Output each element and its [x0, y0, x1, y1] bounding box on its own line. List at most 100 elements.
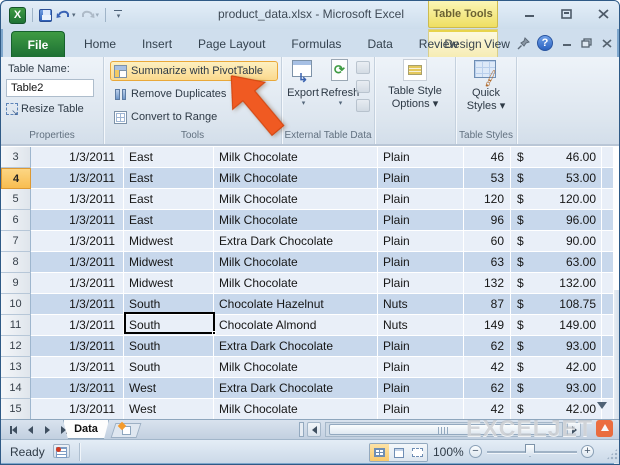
unlink-icon[interactable]: [356, 99, 370, 112]
horizontal-scrollbar[interactable]: [325, 422, 563, 437]
cell-type-row4[interactable]: Plain: [378, 168, 464, 189]
cell-qty-row11[interactable]: 149: [464, 315, 511, 336]
cell-price-row4[interactable]: $53.00: [511, 168, 602, 189]
restore-button[interactable]: [559, 7, 574, 20]
cell-type-row3[interactable]: Plain: [378, 147, 464, 168]
sheet-tab-data[interactable]: Data: [63, 420, 109, 439]
zoom-slider-thumb[interactable]: [525, 444, 535, 457]
row-header-10[interactable]: 10: [1, 294, 31, 315]
close-button[interactable]: [596, 7, 611, 20]
cell-region-row13[interactable]: South: [124, 357, 214, 378]
cell-product-row14[interactable]: Extra Dark Chocolate: [214, 378, 378, 399]
cell-price-row3[interactable]: $46.00: [511, 147, 602, 168]
tab-design[interactable]: Design: [428, 31, 498, 57]
next-sheet-button[interactable]: [41, 422, 54, 437]
cell-region-row4[interactable]: East: [124, 168, 214, 189]
cell-region-row14[interactable]: West: [124, 378, 214, 399]
previous-sheet-button[interactable]: [24, 422, 37, 437]
normal-view-button[interactable]: [370, 444, 389, 461]
cell-type-row14[interactable]: Plain: [378, 378, 464, 399]
cell-date-row4[interactable]: 1/3/2011: [31, 168, 124, 189]
cell-date-row8[interactable]: 1/3/2011: [31, 252, 124, 273]
cell-qty-row15[interactable]: 42: [464, 399, 511, 420]
workbook-restore-button[interactable]: [580, 37, 593, 49]
cell-product-row4[interactable]: Milk Chocolate: [214, 168, 378, 189]
convert-to-range-button[interactable]: Convert to Range: [110, 107, 217, 127]
cell-qty-row5[interactable]: 120: [464, 189, 511, 210]
tab-file[interactable]: File: [11, 31, 65, 57]
cell-date-row15[interactable]: 1/3/2011: [31, 399, 124, 420]
cell-price-row13[interactable]: $42.00: [511, 357, 602, 378]
row-header-5[interactable]: 5: [1, 189, 31, 210]
cell-type-row13[interactable]: Plain: [378, 357, 464, 378]
row-header-13[interactable]: 13: [1, 357, 31, 378]
cell-qty-row12[interactable]: 62: [464, 336, 511, 357]
cell-price-row12[interactable]: $93.00: [511, 336, 602, 357]
row-header-12[interactable]: 12: [1, 336, 31, 357]
cell-region-row6[interactable]: East: [124, 210, 214, 231]
cell-region-row3[interactable]: East: [124, 147, 214, 168]
cell-region-row15[interactable]: West: [124, 399, 214, 420]
cell-price-row11[interactable]: $149.00: [511, 315, 602, 336]
insert-worksheet-button[interactable]: [111, 423, 142, 438]
page-break-view-button[interactable]: [408, 444, 427, 461]
cell-date-row7[interactable]: 1/3/2011: [31, 231, 124, 252]
data-range-properties-icon[interactable]: [356, 61, 370, 74]
cell-date-row12[interactable]: 1/3/2011: [31, 336, 124, 357]
cell-qty-row8[interactable]: 63: [464, 252, 511, 273]
tab-data[interactable]: Data: [354, 31, 405, 57]
minimize-button[interactable]: [522, 7, 537, 20]
cell-date-row6[interactable]: 1/3/2011: [31, 210, 124, 231]
row-header-11[interactable]: 11: [1, 315, 31, 336]
cell-price-row9[interactable]: $132.00: [511, 273, 602, 294]
cell-price-row5[interactable]: $120.00: [511, 189, 602, 210]
cell-product-row15[interactable]: Milk Chocolate: [214, 399, 378, 420]
tab-split-handle[interactable]: [299, 422, 304, 437]
help-icon[interactable]: ?: [537, 35, 553, 51]
cell-price-row6[interactable]: $96.00: [511, 210, 602, 231]
cell-date-row5[interactable]: 1/3/2011: [31, 189, 124, 210]
cell-product-row10[interactable]: Chocolate Hazelnut: [214, 294, 378, 315]
row-header-8[interactable]: 8: [1, 252, 31, 273]
cell-date-row10[interactable]: 1/3/2011: [31, 294, 124, 315]
scroll-down-icon[interactable]: [597, 402, 607, 409]
row-header-9[interactable]: 9: [1, 273, 31, 294]
quick-styles-button[interactable]: 🖌 Quick Styles ▾: [456, 59, 516, 113]
row-header-6[interactable]: 6: [1, 210, 31, 231]
cell-date-row9[interactable]: 1/3/2011: [31, 273, 124, 294]
cell-qty-row9[interactable]: 132: [464, 273, 511, 294]
workbook-close-button[interactable]: [600, 37, 613, 49]
cell-qty-row10[interactable]: 87: [464, 294, 511, 315]
resize-grip[interactable]: [606, 448, 618, 460]
row-header-15[interactable]: 15: [1, 399, 31, 420]
zoom-out-button[interactable]: −: [469, 445, 482, 458]
tab-insert[interactable]: Insert: [129, 31, 185, 57]
cell-product-row5[interactable]: Milk Chocolate: [214, 189, 378, 210]
cell-region-row8[interactable]: Midwest: [124, 252, 214, 273]
cell-product-row3[interactable]: Milk Chocolate: [214, 147, 378, 168]
cell-region-row12[interactable]: South: [124, 336, 214, 357]
cell-price-row14[interactable]: $93.00: [511, 378, 602, 399]
row-header-4[interactable]: 4: [1, 168, 31, 189]
cell-region-row11[interactable]: South: [124, 315, 214, 336]
cell-qty-row6[interactable]: 96: [464, 210, 511, 231]
cell-qty-row7[interactable]: 60: [464, 231, 511, 252]
cell-date-row13[interactable]: 1/3/2011: [31, 357, 124, 378]
cell-type-row9[interactable]: Plain: [378, 273, 464, 294]
cell-region-row5[interactable]: East: [124, 189, 214, 210]
cell-date-row3[interactable]: 1/3/2011: [31, 147, 124, 168]
cell-product-row13[interactable]: Milk Chocolate: [214, 357, 378, 378]
cell-qty-row14[interactable]: 62: [464, 378, 511, 399]
tab-page-layout[interactable]: Page Layout: [185, 31, 278, 57]
macro-record-icon[interactable]: [53, 444, 70, 458]
row-header-3[interactable]: 3: [1, 147, 31, 168]
cell-date-row11[interactable]: 1/3/2011: [31, 315, 124, 336]
cell-region-row7[interactable]: Midwest: [124, 231, 214, 252]
cell-product-row7[interactable]: Extra Dark Chocolate: [214, 231, 378, 252]
cell-product-row11[interactable]: Chocolate Almond: [214, 315, 378, 336]
cell-type-row12[interactable]: Plain: [378, 336, 464, 357]
cell-type-row7[interactable]: Plain: [378, 231, 464, 252]
cell-qty-row13[interactable]: 42: [464, 357, 511, 378]
scroll-right-icon[interactable]: [567, 422, 581, 437]
cell-product-row8[interactable]: Milk Chocolate: [214, 252, 378, 273]
